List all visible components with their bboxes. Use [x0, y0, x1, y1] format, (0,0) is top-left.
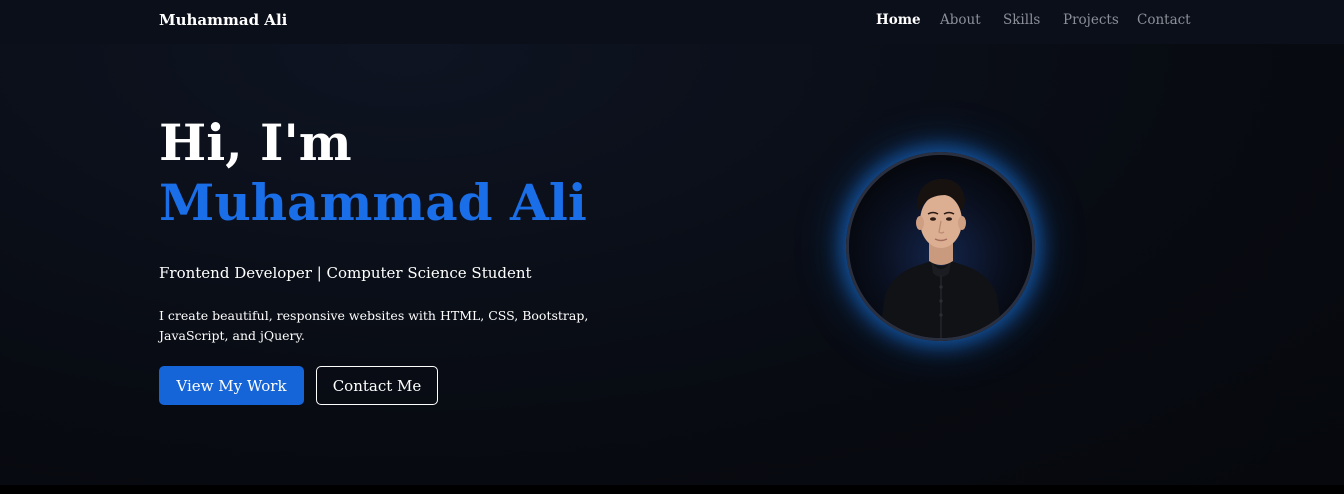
nav-link-about[interactable]: About [940, 12, 981, 28]
nav-link-contact[interactable]: Contact [1137, 12, 1191, 28]
hero-description: I create beautiful, responsive websites … [159, 308, 589, 343]
nav-link-projects[interactable]: Projects [1063, 12, 1119, 28]
nav-link-skills[interactable]: Skills [1003, 12, 1040, 28]
person-portrait-icon [849, 155, 1032, 338]
navbar: Muhammad Ali Home About Skills Projects … [0, 0, 1344, 44]
hero-name: Muhammad Ali [159, 173, 587, 232]
brand-logo[interactable]: Muhammad Ali [159, 11, 287, 29]
hero-greeting: Hi, I'm [159, 113, 352, 172]
contact-me-button[interactable]: Contact Me [316, 366, 438, 405]
view-my-work-button[interactable]: View My Work [159, 366, 304, 405]
nav-link-home[interactable]: Home [876, 12, 921, 28]
page: Muhammad Ali Home About Skills Projects … [0, 0, 1344, 494]
hero-title: Hi, I'm Muhammad Ali [159, 118, 587, 228]
section-divider [0, 485, 1344, 494]
hero-subtitle: Frontend Developer | Computer Science St… [159, 264, 532, 282]
profile-photo [846, 152, 1035, 341]
